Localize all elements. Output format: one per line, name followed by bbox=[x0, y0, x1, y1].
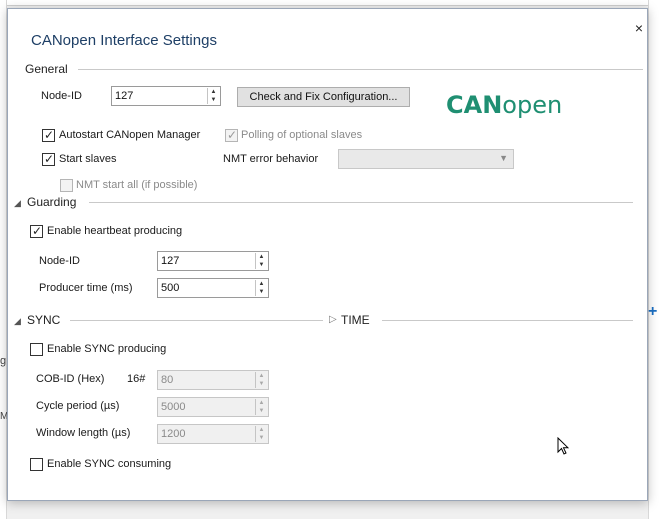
window-length-label: Window length (µs) bbox=[36, 427, 131, 439]
spinner-arrows: ▲ ▼ bbox=[207, 88, 219, 104]
general-node-id-value: 127 bbox=[115, 90, 134, 102]
background-app-right-edge bbox=[648, 0, 659, 519]
chevron-down-icon: ▼ bbox=[499, 153, 508, 163]
dialog-title: CANopen Interface Settings bbox=[31, 32, 217, 49]
polling-optional-slaves-checkbox: ✓ bbox=[225, 128, 238, 142]
cycle-period-spinner: 5000 ▲ ▼ bbox=[157, 397, 269, 417]
general-node-id-label: Node-ID bbox=[41, 90, 82, 102]
producer-time-value: 500 bbox=[161, 282, 180, 294]
start-slaves-label: Start slaves bbox=[59, 153, 117, 165]
collapse-triangle-icon[interactable]: ◢ bbox=[14, 198, 21, 208]
sync-divider bbox=[70, 320, 323, 321]
nmt-error-behavior-label: NMT error behavior bbox=[223, 153, 319, 165]
general-group-header: General bbox=[25, 62, 68, 76]
time-group-header[interactable]: TIME bbox=[341, 313, 370, 327]
sync-consuming-checkbox[interactable] bbox=[30, 458, 43, 471]
guarding-divider bbox=[89, 202, 633, 203]
spinner-arrows: ▲ ▼ bbox=[255, 253, 267, 269]
nmt-start-all-label: NMT start all (if possible) bbox=[76, 179, 198, 191]
cob-id-label: COB-ID (Hex) bbox=[36, 373, 105, 385]
check-icon: ✓ bbox=[44, 152, 55, 166]
spin-down-icon[interactable]: ▼ bbox=[256, 288, 267, 296]
canopen-settings-dialog: × CANopen Interface Settings General Nod… bbox=[7, 8, 648, 501]
sync-consuming-label: Enable SYNC consuming bbox=[47, 458, 172, 470]
canopen-logo: CANopen bbox=[446, 89, 562, 120]
mouse-cursor-icon bbox=[557, 437, 569, 455]
spin-up-icon: ▲ bbox=[258, 373, 265, 379]
sync-group-header[interactable]: SYNC bbox=[27, 313, 60, 327]
producer-time-spinner[interactable]: 500 ▲ ▼ bbox=[157, 278, 269, 298]
general-node-id-spinner[interactable]: 127 ▲ ▼ bbox=[111, 86, 221, 106]
window-length-spinner: 1200 ▲ ▼ bbox=[157, 424, 269, 444]
spinner-arrows: ▲ ▼ bbox=[255, 372, 267, 388]
time-divider bbox=[382, 320, 633, 321]
spin-down-icon: ▼ bbox=[258, 408, 265, 414]
background-app-strip bbox=[0, 0, 659, 6]
guarding-node-id-spinner[interactable]: 127 ▲ ▼ bbox=[157, 251, 269, 271]
cob-id-prefix: 16# bbox=[127, 373, 146, 385]
cob-id-value: 80 bbox=[161, 374, 174, 386]
close-icon[interactable]: × bbox=[632, 21, 646, 35]
cycle-period-value: 5000 bbox=[161, 401, 186, 413]
autostart-checkbox[interactable]: ✓ bbox=[42, 128, 55, 142]
background-app-left-edge: g Ma bbox=[0, 0, 14, 519]
check-icon: ✓ bbox=[227, 128, 238, 142]
canopen-logo-open: open bbox=[502, 91, 563, 119]
background-add-icon[interactable]: + bbox=[648, 304, 659, 320]
spinner-arrows: ▲ ▼ bbox=[255, 280, 267, 296]
guarding-group-header[interactable]: Guarding bbox=[27, 195, 76, 209]
spin-up-icon[interactable]: ▲ bbox=[256, 253, 267, 261]
cob-id-spinner: 80 ▲ ▼ bbox=[157, 370, 269, 390]
sync-producing-checkbox[interactable] bbox=[30, 343, 43, 356]
nmt-start-all-checkbox bbox=[60, 179, 73, 192]
check-fix-configuration-button[interactable]: Check and Fix Configuration... bbox=[237, 87, 410, 107]
spin-down-icon[interactable]: ▼ bbox=[256, 261, 267, 269]
spin-up-icon: ▲ bbox=[258, 427, 265, 433]
producer-time-label: Producer time (ms) bbox=[39, 282, 133, 294]
spin-up-icon[interactable]: ▲ bbox=[256, 280, 267, 288]
guarding-node-id-value: 127 bbox=[161, 255, 180, 267]
background-text-fragment: g bbox=[0, 355, 7, 367]
check-icon: ✓ bbox=[32, 224, 43, 238]
expand-triangle-icon[interactable]: ▷ bbox=[329, 315, 337, 325]
nmt-error-behavior-select: ▼ bbox=[338, 149, 514, 169]
autostart-label: Autostart CANopen Manager bbox=[59, 129, 201, 141]
collapse-triangle-icon[interactable]: ◢ bbox=[14, 316, 21, 326]
spinner-arrows: ▲ ▼ bbox=[255, 399, 267, 415]
spin-up-icon: ▲ bbox=[258, 400, 265, 406]
check-icon: ✓ bbox=[44, 128, 55, 142]
spin-up-icon[interactable]: ▲ bbox=[208, 88, 219, 96]
spinner-arrows: ▲ ▼ bbox=[255, 426, 267, 442]
sync-producing-label: Enable SYNC producing bbox=[47, 343, 167, 355]
canopen-logo-can: CAN bbox=[446, 91, 503, 119]
start-slaves-checkbox[interactable]: ✓ bbox=[42, 152, 55, 166]
heartbeat-producing-checkbox[interactable]: ✓ bbox=[30, 224, 43, 238]
general-divider bbox=[78, 69, 643, 70]
heartbeat-producing-label: Enable heartbeat producing bbox=[47, 225, 183, 237]
window-length-value: 1200 bbox=[161, 428, 186, 440]
spin-down-icon: ▼ bbox=[258, 381, 265, 387]
polling-optional-slaves-label: Polling of optional slaves bbox=[241, 129, 363, 141]
spin-down-icon[interactable]: ▼ bbox=[208, 96, 219, 104]
guarding-node-id-label: Node-ID bbox=[39, 255, 80, 267]
spin-down-icon: ▼ bbox=[258, 435, 265, 441]
cycle-period-label: Cycle period (µs) bbox=[36, 400, 120, 412]
